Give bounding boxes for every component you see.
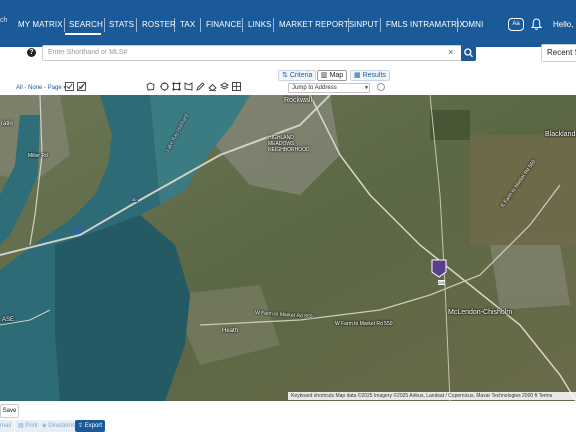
- recent-searches-dropdown[interactable]: Recent S: [541, 44, 576, 62]
- search-placeholder: Enter Shorthand or MLS#: [48, 49, 128, 56]
- parcels-icon[interactable]: [232, 82, 241, 91]
- map-label-rockwall: Rockwall: [284, 97, 313, 104]
- export-icon: ⇪: [78, 423, 84, 429]
- jump-to-address-select[interactable]: Jump to Address: [288, 83, 370, 93]
- clear-search-icon[interactable]: ×: [448, 47, 453, 57]
- tab-criteria[interactable]: ⇅ Criteria: [278, 70, 317, 81]
- nav-links[interactable]: LINKS: [248, 19, 272, 31]
- nav-divider: [136, 18, 137, 32]
- pencil-icon[interactable]: [196, 82, 205, 91]
- email-button[interactable]: mail: [0, 420, 15, 432]
- tab-map-label: Map: [329, 72, 344, 79]
- circle-draw-icon[interactable]: [160, 82, 169, 91]
- map-label-mclendon-chisholm: McLendon-Chisholm: [448, 309, 513, 316]
- unchecked-filter-icon[interactable]: [77, 82, 86, 91]
- email-button-label: mail: [0, 423, 12, 429]
- nav-divider: [380, 18, 381, 32]
- square-draw-icon[interactable]: [172, 82, 181, 91]
- results-icon: ▦: [354, 72, 361, 79]
- nav-search[interactable]: SEARCH: [69, 19, 103, 31]
- directions-button[interactable]: ◈ Directions: [39, 420, 78, 432]
- tab-results[interactable]: ▦ Results: [350, 70, 390, 81]
- nav-finance[interactable]: FINANCE: [206, 19, 242, 31]
- map-attribution: Keyboard shortcuts Map data ©2025 Imager…: [288, 392, 576, 400]
- tab-map[interactable]: ▥ Map: [317, 70, 348, 81]
- tab-criteria-label: Criteria: [289, 72, 313, 79]
- criteria-icon: ⇅: [282, 72, 288, 79]
- select-page-link[interactable]: Page: [48, 85, 62, 91]
- map-label-blackland: Blackland: [545, 131, 576, 138]
- nav-omni[interactable]: OMNI: [462, 19, 483, 31]
- checked-filter-icon[interactable]: [65, 82, 74, 91]
- nav-roster[interactable]: ROSTER: [142, 19, 176, 31]
- map-icon: ▥: [321, 72, 328, 79]
- erase-icon[interactable]: [208, 82, 217, 91]
- map-canvas[interactable]: Rockwall HIGHLAND MEADOWS NEIGHBORHOOD L…: [0, 95, 576, 401]
- nav-tax[interactable]: TAX: [180, 19, 195, 31]
- selection-controls: All - None - Page ▾: [16, 84, 66, 92]
- polygon-draw-icon[interactable]: [146, 82, 155, 91]
- tab-results-label: Results: [362, 72, 386, 79]
- select-none-link[interactable]: None: [28, 85, 42, 91]
- route-shield-205: 205: [438, 280, 445, 285]
- map-label-heath: Heath: [222, 328, 239, 334]
- export-button-label: Export: [84, 423, 103, 429]
- map-label-fm550-west-2: W Farm to Market Rd 550: [335, 321, 393, 327]
- text-size-button[interactable]: Aa: [508, 18, 524, 31]
- nav-input[interactable]: INPUT: [354, 19, 379, 31]
- export-button[interactable]: ⇪ Export: [75, 420, 106, 432]
- nav-stats[interactable]: STATS: [109, 19, 134, 31]
- map-settings-icon[interactable]: [377, 83, 385, 91]
- search-button[interactable]: [461, 45, 476, 61]
- print-icon: ▤: [18, 423, 24, 429]
- nav-my-matrix[interactable]: MY MATRIX: [18, 19, 63, 31]
- map-label-highland-meadows: HIGHLAND MEADOWS NEIGHBORHOOD: [268, 135, 310, 153]
- nav-fmls-intramatrix[interactable]: FMLS INTRAMATRIX: [386, 19, 465, 31]
- bell-icon[interactable]: [531, 18, 542, 31]
- nav-active-indicator: [65, 33, 101, 35]
- nav-divider: [348, 18, 349, 32]
- print-button[interactable]: ▤ Print: [15, 420, 41, 432]
- nav-market-reports[interactable]: MARKET REPORTS: [279, 19, 354, 31]
- layers-icon[interactable]: [220, 82, 229, 91]
- help-icon[interactable]: ?: [27, 48, 36, 57]
- freehand-draw-icon[interactable]: [184, 82, 193, 91]
- brand-logo[interactable]: ch: [0, 17, 8, 31]
- nav-divider: [104, 18, 105, 32]
- save-button[interactable]: Save: [0, 404, 19, 418]
- nav-divider: [457, 18, 458, 32]
- select-all-link[interactable]: All: [16, 85, 23, 91]
- map-label-partial-2: ASE: [2, 317, 15, 323]
- map-label-partial: ratin: [1, 121, 13, 127]
- map-label-miller-rd: Miller Rd: [28, 153, 48, 159]
- nav-divider: [174, 18, 175, 32]
- directions-button-label: Directions: [48, 423, 75, 429]
- chevron-down-icon[interactable]: ▼: [364, 84, 369, 92]
- nav-divider: [242, 18, 243, 32]
- nav-divider: [273, 18, 274, 32]
- route-shield-30: 30: [132, 197, 137, 202]
- nav-divider: [200, 18, 201, 32]
- user-greeting[interactable]: Hello, I: [553, 19, 576, 31]
- print-button-label: Print: [25, 423, 38, 429]
- directions-icon: ◈: [42, 423, 47, 429]
- nav-divider: [64, 18, 65, 32]
